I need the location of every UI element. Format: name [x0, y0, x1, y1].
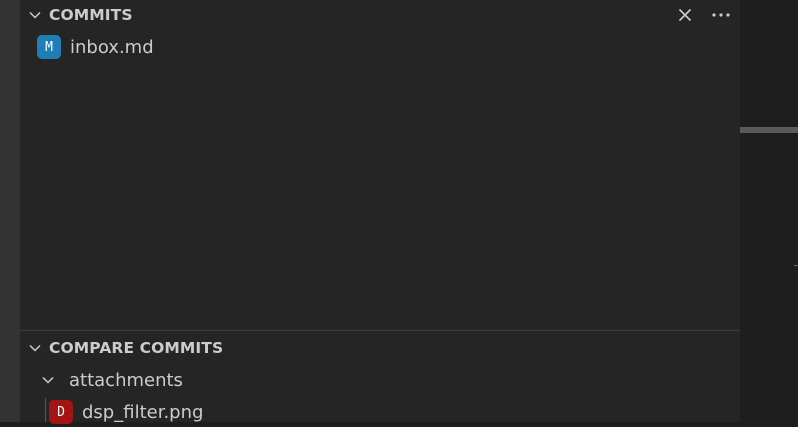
chevron-down-icon[interactable] — [40, 372, 56, 388]
section-divider — [20, 330, 740, 331]
deleted-badge: D — [49, 400, 73, 424]
commits-file-row[interactable]: M inbox.md — [20, 32, 740, 62]
chevron-down-icon[interactable] — [27, 340, 43, 356]
chevron-down-icon[interactable] — [27, 7, 43, 23]
folder-row-attachments[interactable]: attachments — [20, 365, 740, 395]
editor-scrollbar[interactable] — [740, 127, 798, 133]
compare-commits-section-header[interactable]: COMPARE COMMITS — [20, 333, 740, 363]
activity-bar — [0, 0, 20, 422]
sidebar-panel: COMMITS M inbox.md COMPARE COMMITS attac… — [20, 0, 740, 424]
commits-header-actions — [662, 0, 734, 30]
file-name: inbox.md — [70, 36, 154, 58]
commits-section-header[interactable]: COMMITS — [20, 0, 740, 30]
compare-commits-section-title: COMPARE COMMITS — [49, 339, 224, 357]
modified-badge: M — [37, 35, 61, 59]
editor-ruler-mark — [794, 265, 798, 266]
close-icon[interactable] — [672, 2, 698, 28]
editor-area — [740, 0, 798, 422]
compare-file-row[interactable]: D dsp_filter.png — [20, 397, 740, 427]
ellipsis-icon[interactable] — [708, 2, 734, 28]
folder-name: attachments — [69, 369, 183, 391]
file-name: dsp_filter.png — [82, 401, 204, 423]
commits-section-title: COMMITS — [49, 6, 133, 24]
